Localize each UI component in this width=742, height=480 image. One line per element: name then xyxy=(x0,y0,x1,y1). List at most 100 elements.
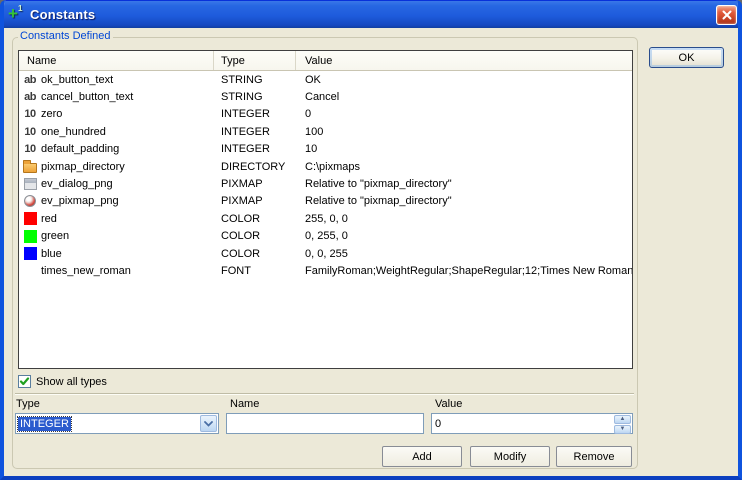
cell-name: 10zero xyxy=(19,107,214,121)
cell-value: Relative to "pixmap_directory" xyxy=(296,178,632,190)
name-label: Name xyxy=(230,398,259,410)
column-header-value[interactable]: Value xyxy=(296,51,632,70)
table-row[interactable]: green COLOR0, 255, 0 xyxy=(19,228,632,245)
cell-value: 0, 255, 0 xyxy=(296,230,632,242)
checkbox-label: Show all types xyxy=(36,376,107,388)
checkbox-box xyxy=(18,375,31,388)
cell-type: PIXMAP xyxy=(214,195,296,207)
integer-glyph: 10 xyxy=(24,143,35,155)
color-swatch xyxy=(24,247,37,260)
cell-value: FamilyRoman;WeightRegular;ShapeRegular;1… xyxy=(296,265,632,277)
table-row[interactable]: ev_pixmap_png PIXMAPRelative to "pixmap_d… xyxy=(19,193,632,210)
constant-name: cancel_button_text xyxy=(41,91,133,103)
cell-value: C:\pixmaps xyxy=(296,161,632,173)
color-swatch-icon xyxy=(22,247,38,261)
folder-icon xyxy=(22,160,38,174)
value-input[interactable] xyxy=(432,414,613,433)
remove-button[interactable]: Remove xyxy=(556,446,632,467)
constant-name: pixmap_directory xyxy=(41,161,125,173)
cell-value: OK xyxy=(296,74,632,86)
table-row[interactable]: 10default_paddingINTEGER10 xyxy=(19,141,632,158)
constant-name: times_new_roman xyxy=(41,265,131,277)
spin-up-button[interactable]: ▲ xyxy=(614,415,631,424)
value-spinner: ▲ ▼ xyxy=(614,415,631,432)
column-header-name[interactable]: Name xyxy=(19,51,214,70)
cell-value: 255, 0, 0 xyxy=(296,213,632,225)
dialog-shape xyxy=(24,178,37,190)
ok-button[interactable]: OK xyxy=(649,47,724,68)
cell-type: INTEGER xyxy=(214,108,296,120)
constants-dialog: +1 Constants Constants Defined NameTypeV… xyxy=(0,0,742,480)
cell-value: Relative to "pixmap_directory" xyxy=(296,195,632,207)
pixmap-icon xyxy=(22,194,38,208)
check-icon xyxy=(19,376,30,387)
cell-type: STRING xyxy=(214,74,296,86)
modify-button[interactable]: Modify xyxy=(470,446,550,467)
constant-name: default_padding xyxy=(41,143,119,155)
table-row[interactable]: pixmap_directory DIRECTORYC:\pixmaps xyxy=(19,158,632,175)
constant-name: red xyxy=(41,213,57,225)
cell-name: ev_pixmap_png xyxy=(19,194,214,208)
string-icon: ab xyxy=(22,90,38,104)
table-row[interactable]: ab cancel_button_text STRINGCancel xyxy=(19,88,632,105)
folder-shape xyxy=(23,163,37,173)
integer-icon: 10 xyxy=(22,142,38,156)
title-bar[interactable]: +1 Constants xyxy=(0,0,742,28)
table-row[interactable]: red COLOR255, 0, 0 xyxy=(19,210,632,227)
table-body: abok_button_textSTRINGOKabcancel_button_… xyxy=(19,71,632,280)
cell-type: PIXMAP xyxy=(214,178,296,190)
spin-down-button[interactable]: ▼ xyxy=(614,425,631,434)
constant-name: one_hundred xyxy=(41,126,106,138)
constant-name: blue xyxy=(41,248,62,260)
cell-type: STRING xyxy=(214,91,296,103)
cell-name: green xyxy=(19,229,214,243)
table-row[interactable]: 10zeroINTEGER0 xyxy=(19,106,632,123)
column-header-type[interactable]: Type xyxy=(214,51,296,70)
cell-name: 10 default_padding xyxy=(19,142,214,156)
cell-type: COLOR xyxy=(214,213,296,225)
color-swatch xyxy=(24,230,37,243)
string-icon: ab xyxy=(22,73,38,87)
show-all-types-checkbox[interactable]: Show all types xyxy=(18,375,107,388)
add-button[interactable]: Add xyxy=(382,446,462,467)
value-spinbox: ▲ ▼ xyxy=(431,413,633,434)
cell-type: COLOR xyxy=(214,230,296,242)
cell-name: red xyxy=(19,212,214,226)
no-icon xyxy=(22,264,38,278)
cell-name: blue xyxy=(19,247,214,261)
table-row[interactable]: blue COLOR0, 0, 255 xyxy=(19,245,632,262)
close-button[interactable] xyxy=(716,5,737,25)
cell-value: 10 xyxy=(296,143,632,155)
color-swatch xyxy=(24,212,37,225)
dialog-pixmap-icon xyxy=(22,177,38,191)
combobox-dropdown-button[interactable] xyxy=(200,415,217,432)
constant-name: green xyxy=(41,230,69,242)
type-combobox-value: INTEGER xyxy=(16,418,199,430)
close-icon xyxy=(722,10,732,20)
cell-type: COLOR xyxy=(214,248,296,260)
value-label: Value xyxy=(435,398,462,410)
table-row[interactable]: times_new_romanFONTFamilyRoman;WeightReg… xyxy=(19,262,632,279)
table-row[interactable]: abok_button_textSTRINGOK xyxy=(19,71,632,88)
table-row[interactable]: ev_dialog_pngPIXMAPRelative to "pixmap_d… xyxy=(19,175,632,192)
integer-icon: 10 xyxy=(22,125,38,139)
ball-shape xyxy=(24,195,36,207)
constant-name: ev_pixmap_png xyxy=(41,195,119,207)
cell-name: 10one_hundred xyxy=(19,125,214,139)
name-input[interactable] xyxy=(226,413,424,434)
constants-table: NameTypeValue abok_button_textSTRINGOKab… xyxy=(18,50,633,369)
string-glyph: ab xyxy=(24,91,36,103)
cell-type: INTEGER xyxy=(214,143,296,155)
cell-type: DIRECTORY xyxy=(214,161,296,173)
constant-name: ok_button_text xyxy=(41,74,113,86)
cell-value: Cancel xyxy=(296,91,632,103)
integer-glyph: 10 xyxy=(24,108,35,120)
type-combobox[interactable]: INTEGER xyxy=(15,413,219,434)
cell-value: 0, 0, 255 xyxy=(296,248,632,260)
color-swatch-icon xyxy=(22,212,38,226)
type-label: Type xyxy=(16,398,40,410)
window-title: Constants xyxy=(30,7,95,22)
groupbox-caption: Constants Defined xyxy=(18,30,113,42)
table-row[interactable]: 10one_hundredINTEGER100 xyxy=(19,123,632,140)
cell-name: abok_button_text xyxy=(19,73,214,87)
